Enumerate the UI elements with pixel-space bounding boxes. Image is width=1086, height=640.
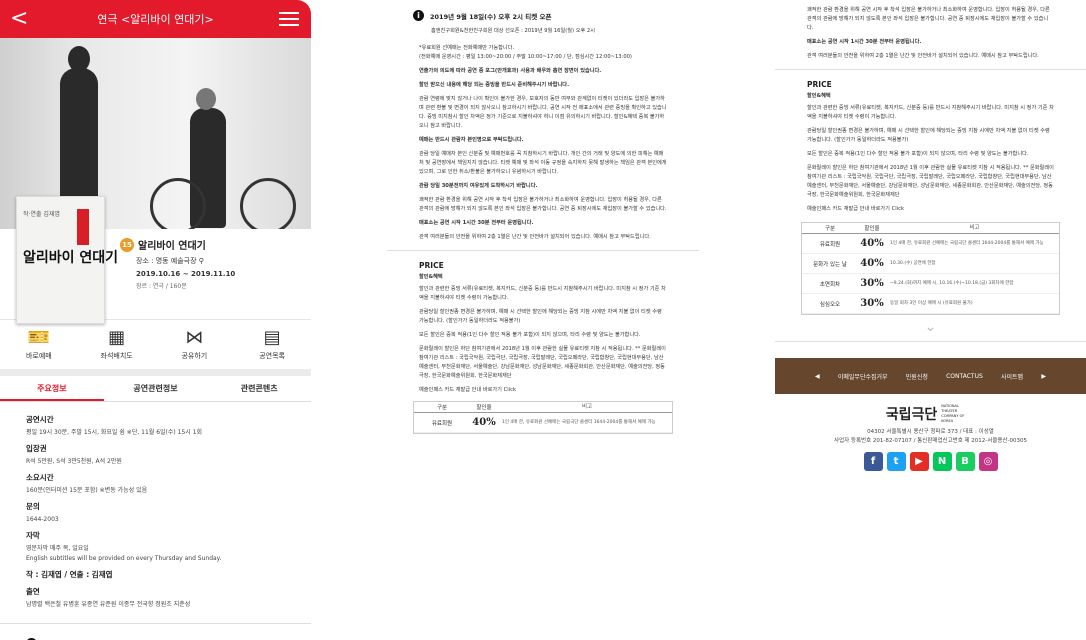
page-title: 연극 <알리바이 연대기> <box>97 13 214 26</box>
twitter-icon[interactable]: t <box>886 452 906 471</box>
info-value: 평일 19시 30분, 주말 15시, 화요일 쉼 ※단, 11월 6일(수) … <box>26 429 203 436</box>
footer-link[interactable]: 사이트맵 <box>1001 372 1023 381</box>
info-heading: 자막 <box>26 531 40 540</box>
footer-link[interactable]: 이메일무단수집거부 <box>838 372 888 381</box>
info-heading: 문의 <box>26 502 40 511</box>
calendar-icon: ▤ <box>263 327 281 348</box>
next-arrow-icon[interactable]: ▶ <box>1041 373 1046 380</box>
show-genre: 장르 : 연극 / 160분 <box>136 283 187 290</box>
tab-related-content[interactable]: 관련콘텐츠 <box>207 376 311 401</box>
footer-nav: ◀ 이메일무단수집거부 민원신청 CONTACTUS 사이트맵 ▶ <box>775 358 1086 394</box>
ticket-open-notice: 2019년 9월 18일(수) 오후 2시 티켓 오픈 <box>430 12 552 21</box>
blog-icon[interactable]: B <box>955 452 975 471</box>
info-heading: 공연시간 <box>26 415 54 424</box>
main-info-section: 공연시간평일 19시 30분, 주말 15시, 화요일 쉼 ※단, 11월 6일… <box>0 402 311 615</box>
table-row: 심심오오 30% 동일 회차 3인 이상 예매 시 (유료회원 불가) <box>802 294 1059 314</box>
price-table: 구분 할인율 비고 유료회원 40% 1인 4매 한, 유료회원 선예매는 국립극단 콜… <box>801 222 1060 315</box>
table-row: 유료회원 40% 1인 4매 한, 유료회원 선예매는 국립극단 콜센터 1644-… <box>802 234 1059 254</box>
table-row: 문화가 있는 날 40% 10.30.(수) 공연에 한함 <box>802 254 1059 274</box>
book-now-button[interactable]: 🎫 바로예매 <box>0 320 78 369</box>
theater-logo: 국립극단 NATIONAL THEATER COMPANY OF KOREA <box>885 404 965 423</box>
price-section: PRICE 할인&혜택 할인과 관련한 증빙 서류(유료티켓, 복지카드, 신분… <box>419 261 667 395</box>
share-icon: ⋈ <box>185 327 204 348</box>
notice-body: *유료회원 선예매는 전화예매만 가능합니다. (전화예매 운영시간 : 평일 1… <box>419 45 667 240</box>
poster-credit: 작·연출 김재엽 <box>23 211 60 218</box>
price-heading: PRICE <box>807 80 832 89</box>
ticket-icon: 🎫 <box>27 327 51 348</box>
info-value: R석 5만원, S석 3만5천원, A석 2만원 <box>26 458 122 465</box>
youtube-icon[interactable]: ▶ <box>909 452 929 471</box>
table-row: 유료회원 40% 1인 4매 한, 유료회원 선예매는 국립극단 콜센터 1644-… <box>414 413 672 433</box>
pre-open-notice: 홈앤친구회원&천한친구회원 대상 선오픈 : 2019년 9월 16일(월) 오… <box>431 28 595 34</box>
tab-main-info[interactable]: 주요정보 <box>0 376 104 401</box>
instagram-icon[interactable]: ◎ <box>978 452 998 471</box>
mobile-view-middle: i 2019년 9월 18일(수) 오후 2시 티켓 오픈 홈앤친구회원&천한친구… <box>387 0 699 640</box>
share-button[interactable]: ⋈ 공유하기 <box>156 320 234 369</box>
action-bar: 🎫 바로예매 ▦ 좌석배치도 ⋈ 공유하기 ▤ 공연목록 <box>0 319 311 369</box>
price-table: 구분 할인율 비고 유료회원 40% 1인 4매 한, 유료회원 선예매는 국립극단 콜… <box>413 401 673 434</box>
naver-icon[interactable]: N <box>932 452 952 471</box>
seat-map-button[interactable]: ▦ 좌석배치도 <box>78 320 156 369</box>
show-list-button[interactable]: ▤ 공연목록 <box>233 320 311 369</box>
prev-arrow-icon[interactable]: ◀ <box>815 373 820 380</box>
info-heading: 출연 <box>26 587 40 596</box>
footer-link[interactable]: 민원신청 <box>906 372 928 381</box>
mobile-view-bottom: 쾌적한 관람 환경을 위해 공연 시작 후 착석 입장은 불가하거나 최소화하여… <box>775 0 1086 640</box>
info-heading: 입장권 <box>26 444 47 453</box>
footer-link[interactable]: CONTACTUS <box>946 373 983 380</box>
info-value: 영문자막 매주 목, 일요일 <box>26 545 89 552</box>
mobile-view-top: < 연극 <알리바이 연대기> 작·연출 김재엽 알리바이 연대기 15 알리바이… <box>0 0 311 640</box>
poster-title: 알리바이 연대기 <box>23 250 119 266</box>
poster-image: 작·연출 김재엽 알리바이 연대기 <box>16 196 118 324</box>
info-icon: i <box>413 10 424 21</box>
info-value: 남명렬 백은철 유병훈 유종연 유준원 이종무 전국향 정원조 지춘성 <box>26 601 191 608</box>
show-title: 알리바이 연대기 <box>138 241 206 252</box>
app-header: < 연극 <알리바이 연대기> <box>0 0 311 38</box>
footer-info: 국립극단 NATIONAL THEATER COMPANY OF KOREA 0… <box>775 394 1086 471</box>
tab-bar: 주요정보 공연관련정보 관련콘텐츠 <box>0 376 311 402</box>
artist-pass-link[interactable]: 예술인패스 카드 재발급 안내 바로가기 Click <box>419 386 667 395</box>
artist-pass-link[interactable]: 예술인패스 카드 재발급 안내 바로가기 Click <box>807 205 1054 214</box>
info-value: 1644-2003 <box>26 516 59 523</box>
price-heading: PRICE <box>419 261 444 270</box>
seat-map-icon: ▦ <box>108 327 126 348</box>
info-heading: 소요시간 <box>26 473 54 482</box>
hamburger-menu-icon[interactable] <box>279 12 299 30</box>
tab-related-info[interactable]: 공연관련정보 <box>104 376 208 401</box>
location-pin-icon[interactable]: ⚲ <box>199 257 204 265</box>
back-button[interactable]: < <box>10 6 28 32</box>
age-rating-badge: 15 <box>120 237 134 252</box>
credit-line: 작 : 김재엽 / 연출 : 김재엽 <box>26 570 113 579</box>
venue: 장소 : 명동 예술극장 ⚲ <box>136 257 204 265</box>
footer-address: 04302 서울특별시 용산구 청파로 373 / 대표 : 이성열 <box>867 429 994 435</box>
chevron-down-icon[interactable]: ⌄ <box>775 319 1086 335</box>
show-dates: 2019.10.16 ~ 2019.11.10 <box>136 270 236 278</box>
table-row: 초연회차 30% ~9.24.(화)까지 예매 시, 10.16.(수)~10.18… <box>802 274 1059 294</box>
footer-business-info: 사업자 등록번호 201-82-07107 / 통신판매업신고번호 제 2012… <box>833 438 1028 444</box>
facebook-icon[interactable]: f <box>863 452 883 471</box>
info-value: 160분(인터미션 15분 포함) ※변동 가능성 있음 <box>26 487 148 494</box>
info-value: English subtitles will be provided on ev… <box>26 555 222 562</box>
